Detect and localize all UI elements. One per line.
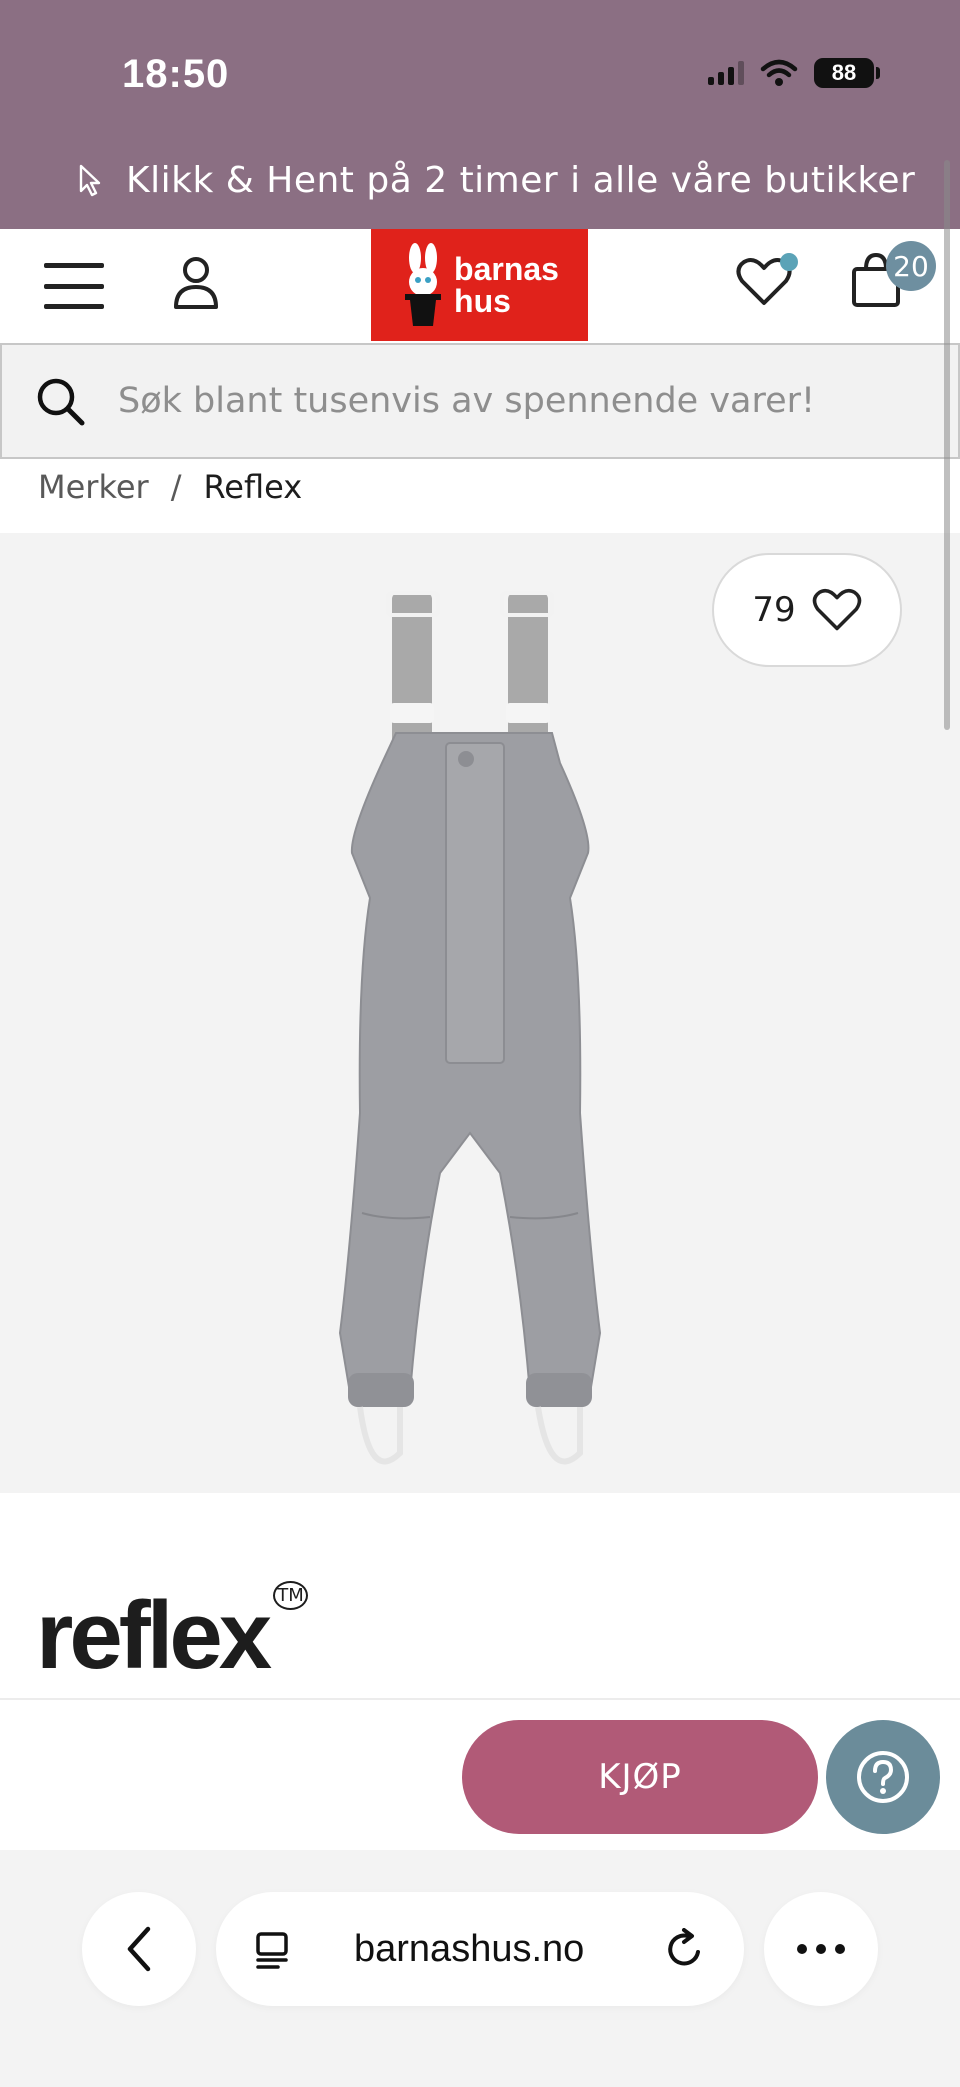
cart-button[interactable]: 20 [850, 241, 936, 313]
product-image-gallery[interactable]: 79 [0, 533, 960, 1493]
search-bar[interactable] [0, 343, 960, 459]
cursor-icon [79, 164, 101, 196]
promo-banner[interactable]: Klikk & Hent på 2 timer i alle våre buti… [78, 160, 915, 201]
ellipsis-icon [797, 1944, 845, 1954]
battery-tip [876, 67, 880, 79]
like-button[interactable]: 79 [712, 553, 902, 667]
battery-indicator: 88 [814, 58, 874, 88]
url-text: barnashus.no [354, 1928, 585, 1970]
like-count: 79 [752, 590, 796, 630]
help-button[interactable] [826, 1720, 940, 1834]
page-menu-icon [256, 1932, 288, 1969]
brand-logo[interactable]: reflex TM [36, 1581, 308, 1684]
logo-line-1: barnas [454, 251, 559, 287]
rabbit-logo-icon [405, 243, 442, 326]
wifi-icon [760, 59, 798, 86]
wishlist-button[interactable] [736, 253, 798, 311]
breadcrumb: Merker / Reflex [38, 468, 302, 506]
brand-logo-text: reflex [36, 1582, 272, 1689]
promo-text: Klikk & Hent på 2 timer i alle våre buti… [126, 160, 916, 201]
search-input[interactable] [118, 373, 918, 429]
trademark-symbol: TM [273, 1581, 308, 1610]
buy-button[interactable]: KJØP [462, 1720, 818, 1834]
browser-toolbar: barnashus.no [0, 1850, 960, 2087]
status-time: 18:50 [122, 52, 230, 96]
status-icons: 88 [708, 58, 880, 88]
breadcrumb-link-merker[interactable]: Merker [38, 468, 149, 506]
question-mark-icon [857, 1751, 909, 1803]
reload-icon[interactable] [664, 1928, 706, 1970]
logo-line-2: hus [454, 283, 511, 319]
top-banner: 18:50 88 Klikk & Hent på 2 timer i alle … [0, 0, 960, 229]
scrollbar[interactable] [944, 160, 950, 730]
wishlist-dot [780, 253, 798, 271]
barnashus-logo[interactable]: barnas hus [371, 229, 588, 341]
menu-icon[interactable] [44, 263, 104, 309]
breadcrumb-separator: / [170, 468, 182, 506]
search-icon [37, 378, 85, 426]
cellular-signal-icon [708, 61, 744, 85]
logo-text: barnas hus [454, 253, 559, 317]
cart-count-badge: 20 [886, 241, 936, 291]
user-icon[interactable] [172, 255, 220, 311]
site-header: barnas hus 20 [0, 229, 960, 343]
breadcrumb-current: Reflex [203, 468, 303, 506]
heart-outline-icon [812, 588, 861, 631]
back-button[interactable] [82, 1892, 196, 2006]
product-image [338, 591, 602, 1465]
chevron-left-icon [127, 1926, 151, 1972]
more-options-button[interactable] [764, 1892, 878, 2006]
address-bar[interactable]: barnashus.no [216, 1892, 744, 2006]
section-divider [0, 1698, 960, 1700]
